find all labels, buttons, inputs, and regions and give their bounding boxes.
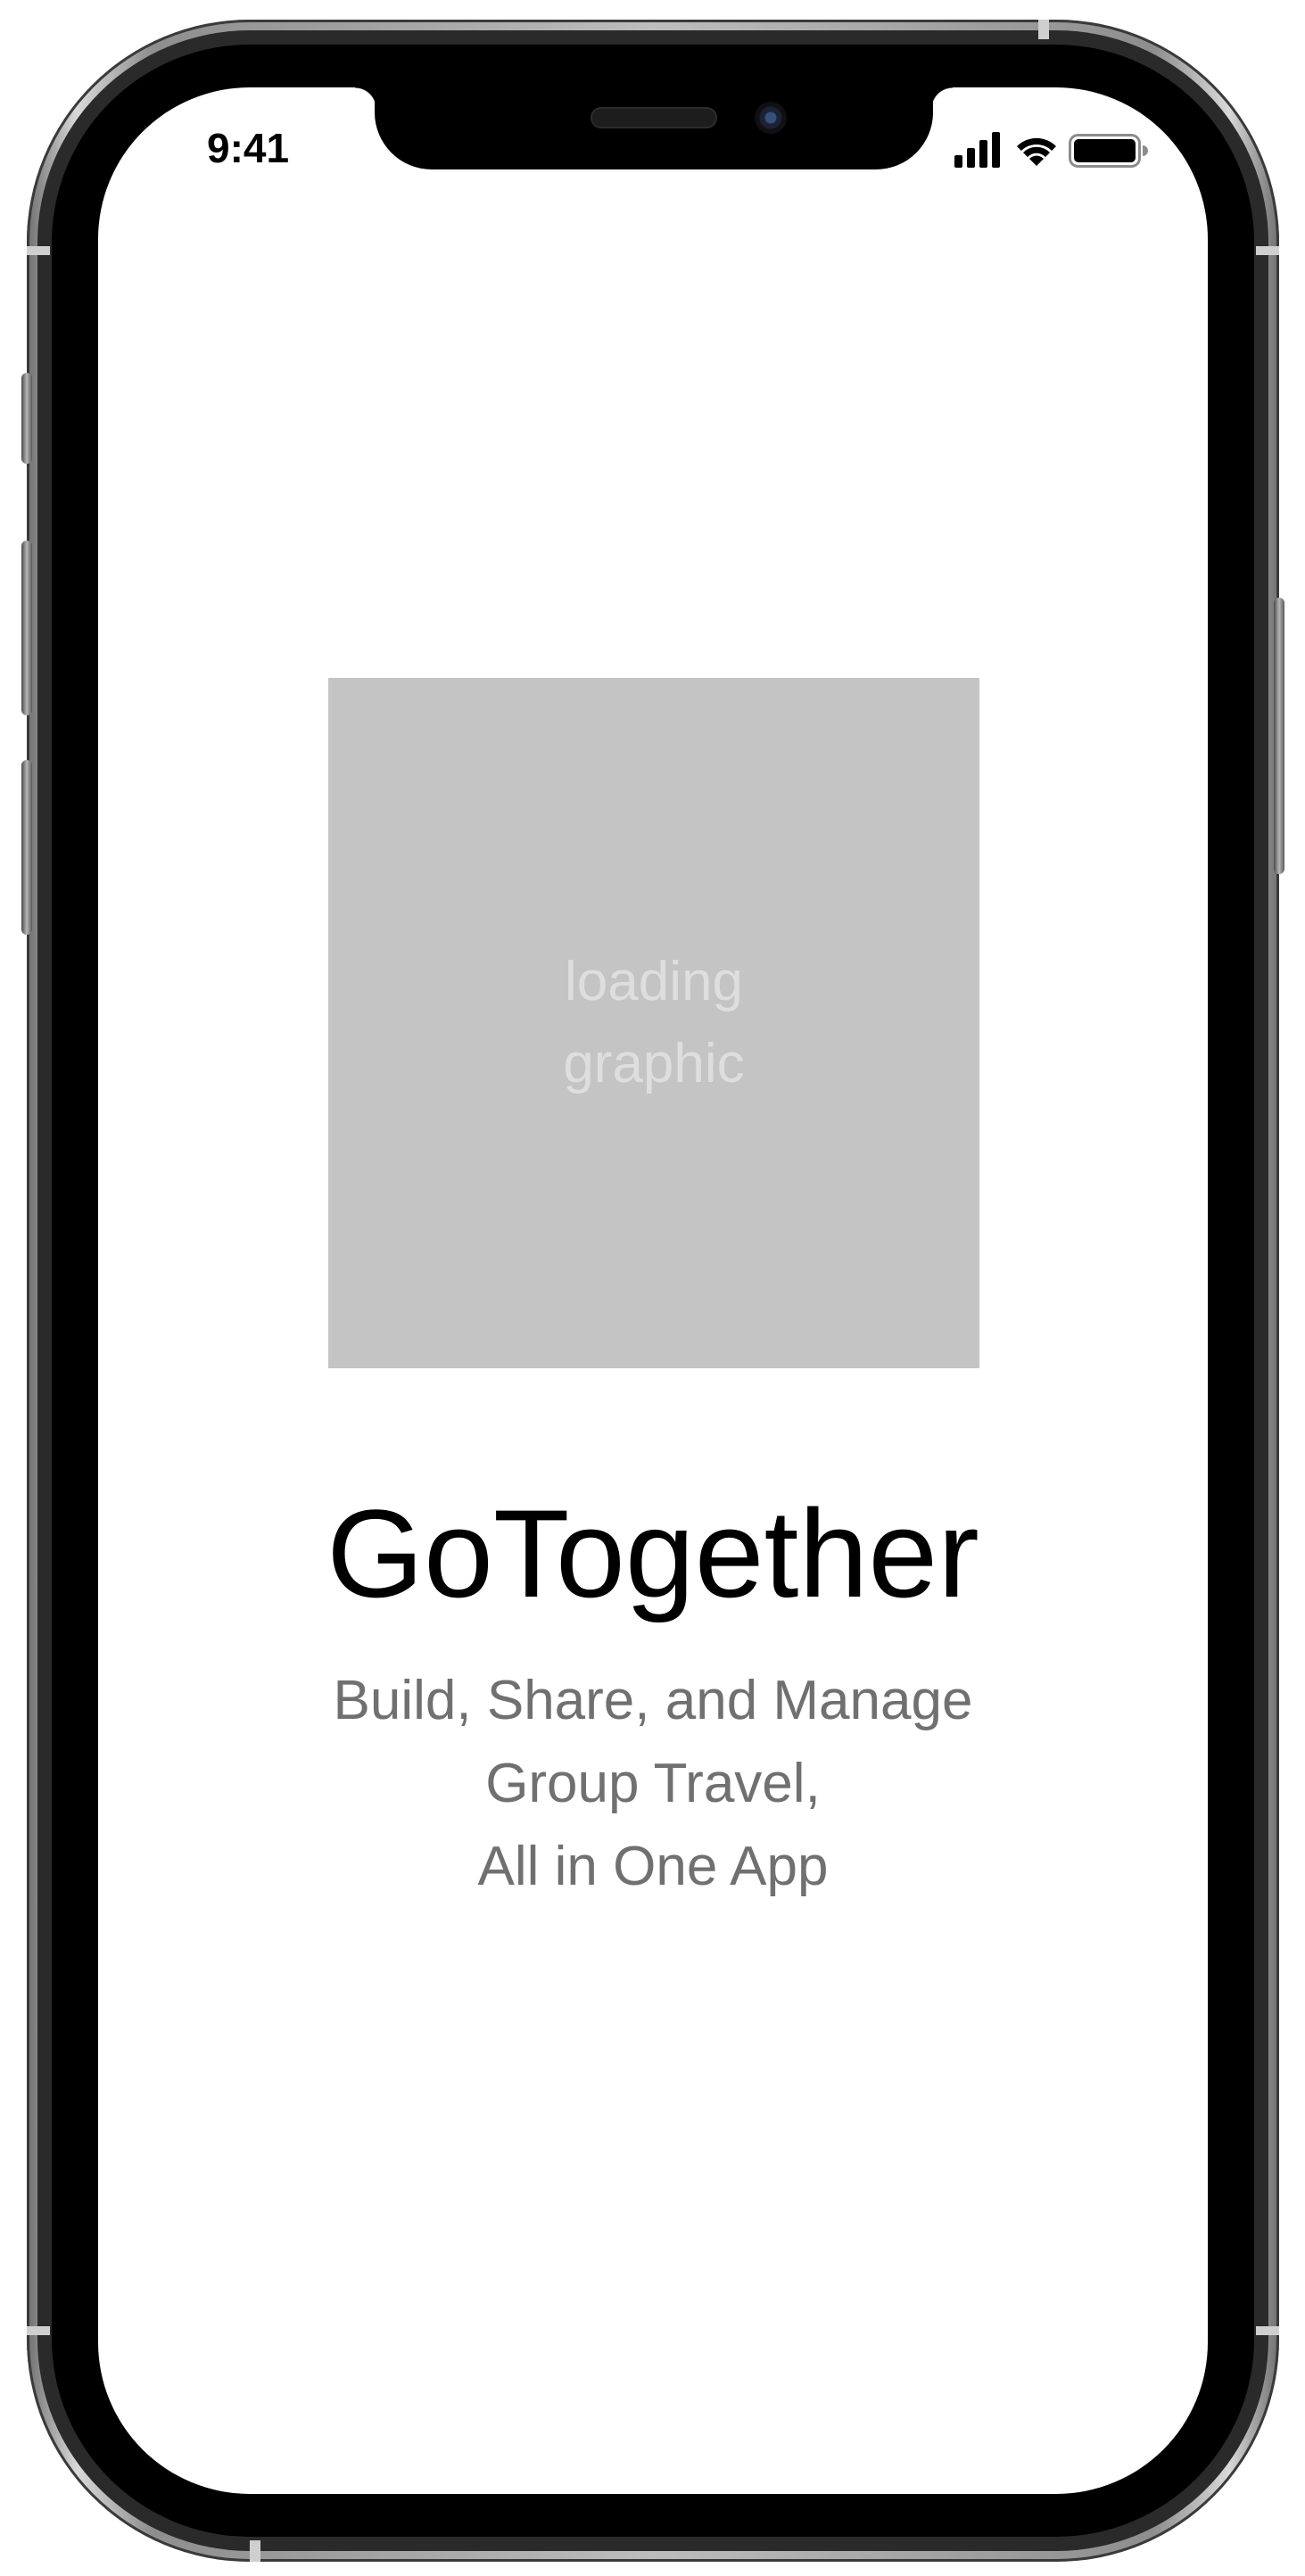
antenna-band (1256, 2326, 1279, 2335)
tagline-line: All in One App (477, 1836, 829, 1897)
battery-icon (1069, 134, 1148, 168)
loading-graphic-placeholder: loading graphic (328, 678, 979, 1368)
notch (375, 87, 933, 169)
volume-up-button (21, 541, 32, 715)
antenna-band (250, 2540, 260, 2562)
front-camera (755, 102, 787, 134)
tagline-line: Group Travel, (485, 1753, 821, 1814)
volume-down-button (21, 760, 32, 935)
silent-switch (21, 373, 32, 464)
antenna-band (27, 2326, 50, 2335)
antenna-band (1038, 20, 1049, 39)
app-title: GoTogether (326, 1483, 979, 1623)
antenna-band (1256, 246, 1279, 255)
tagline-line: Build, Share, and Manage (333, 1670, 973, 1731)
antenna-band (27, 246, 50, 255)
status-icons (954, 130, 1151, 169)
status-icons-svg (954, 132, 1148, 168)
notch-corner (355, 87, 376, 109)
loading-graphic-label: loading graphic (563, 951, 745, 1094)
power-button (1274, 598, 1284, 874)
status-time: 9:41 (207, 125, 290, 171)
notch-corner (931, 87, 953, 109)
speaker-grille (591, 107, 717, 128)
app-tagline: Build, Share, and Manage Group Travel, A… (223, 1659, 1083, 1909)
cellular-signal-icon (954, 132, 1000, 168)
wifi-icon (1017, 137, 1056, 166)
